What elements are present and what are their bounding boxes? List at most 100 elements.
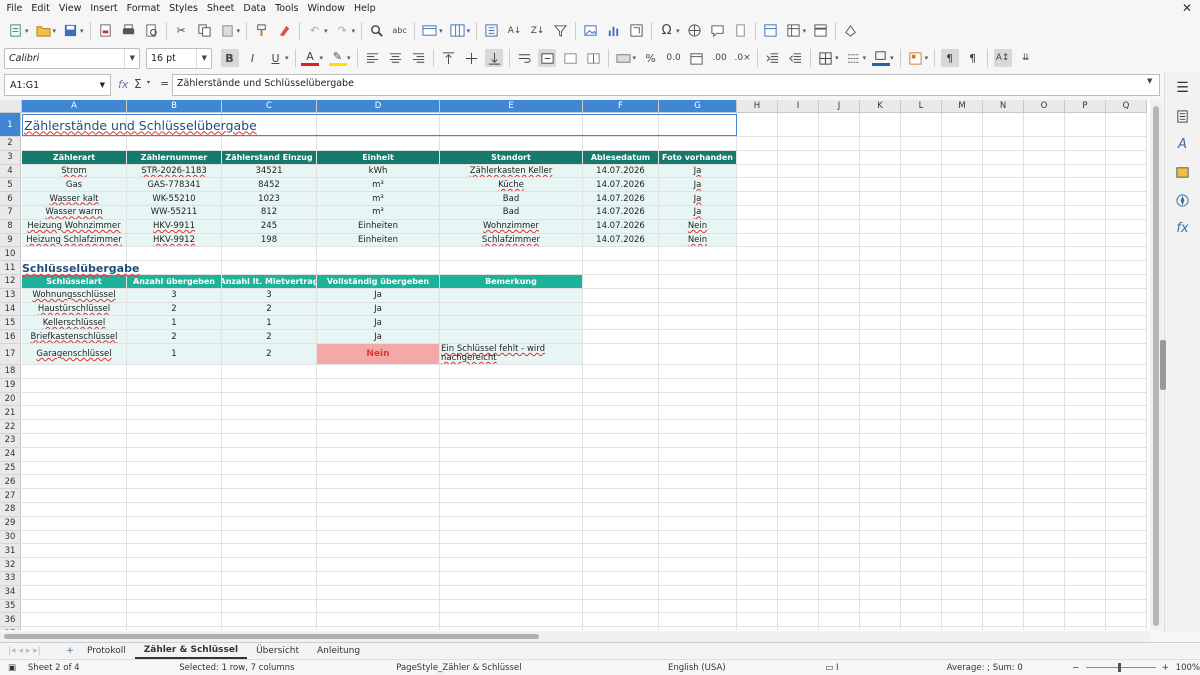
empty-cell[interactable] bbox=[983, 164, 1024, 179]
empty-cell[interactable] bbox=[659, 420, 737, 434]
empty-cell[interactable] bbox=[860, 261, 901, 275]
empty-cell[interactable] bbox=[1106, 275, 1147, 289]
comment-icon[interactable] bbox=[708, 22, 726, 40]
empty-cell[interactable] bbox=[737, 330, 778, 344]
row-header[interactable]: 20 bbox=[0, 392, 21, 407]
empty-cell[interactable] bbox=[983, 113, 1024, 137]
empty-cell[interactable] bbox=[127, 516, 222, 531]
empty-cell[interactable] bbox=[1024, 261, 1065, 275]
empty-cell[interactable] bbox=[901, 233, 942, 248]
empty-cell[interactable] bbox=[737, 113, 778, 137]
empty-cell[interactable] bbox=[983, 302, 1024, 317]
right-to-left-icon[interactable]: ¶ bbox=[964, 49, 982, 67]
empty-cell[interactable] bbox=[317, 613, 440, 628]
meter-cell[interactable]: Heizung Wohnzimmer bbox=[22, 219, 127, 234]
empty-cell[interactable] bbox=[659, 330, 737, 344]
empty-cell[interactable] bbox=[860, 288, 901, 303]
zoom-slider[interactable] bbox=[1086, 663, 1156, 672]
print-preview-icon[interactable] bbox=[142, 22, 160, 40]
empty-cell[interactable] bbox=[222, 585, 317, 600]
empty-cell[interactable] bbox=[1106, 420, 1147, 434]
empty-cell[interactable] bbox=[1065, 275, 1106, 289]
empty-cell[interactable] bbox=[1106, 261, 1147, 275]
row-header[interactable]: 31 bbox=[0, 544, 21, 559]
empty-cell[interactable] bbox=[1106, 137, 1147, 151]
save-icon[interactable] bbox=[62, 22, 80, 40]
row-header[interactable]: 3 bbox=[0, 150, 21, 165]
empty-cell[interactable] bbox=[778, 406, 819, 421]
empty-cell[interactable] bbox=[317, 406, 440, 421]
align-bottom-icon[interactable] bbox=[485, 49, 504, 67]
empty-cell[interactable] bbox=[1024, 434, 1065, 448]
empty-cell[interactable] bbox=[583, 503, 659, 517]
copy-icon[interactable] bbox=[195, 22, 213, 40]
empty-cell[interactable] bbox=[22, 516, 127, 531]
empty-cell[interactable] bbox=[778, 288, 819, 303]
empty-cell[interactable] bbox=[819, 516, 860, 531]
row-header[interactable]: 23 bbox=[0, 434, 21, 448]
empty-cell[interactable] bbox=[22, 365, 127, 379]
empty-cell[interactable] bbox=[222, 558, 317, 572]
empty-cell[interactable] bbox=[440, 247, 583, 262]
empty-cell[interactable] bbox=[819, 178, 860, 193]
empty-cell[interactable] bbox=[901, 572, 942, 586]
empty-cell[interactable] bbox=[1065, 247, 1106, 262]
empty-cell[interactable] bbox=[222, 378, 317, 393]
empty-cell[interactable] bbox=[901, 613, 942, 628]
empty-cell[interactable] bbox=[317, 558, 440, 572]
meter-cell[interactable]: WW-55211 bbox=[127, 206, 222, 220]
empty-cell[interactable] bbox=[659, 503, 737, 517]
empty-cell[interactable] bbox=[778, 137, 819, 151]
chevron-down-icon[interactable]: ▼ bbox=[123, 48, 135, 68]
column-icon[interactable] bbox=[448, 22, 466, 40]
empty-cell[interactable] bbox=[1065, 192, 1106, 206]
empty-cell[interactable] bbox=[737, 516, 778, 531]
menu-format[interactable]: Format bbox=[122, 3, 164, 14]
empty-cell[interactable] bbox=[778, 613, 819, 628]
empty-cell[interactable] bbox=[1024, 613, 1065, 628]
empty-cell[interactable] bbox=[317, 503, 440, 517]
meter-cell[interactable]: m³ bbox=[317, 192, 440, 206]
empty-cell[interactable] bbox=[901, 275, 942, 289]
empty-cell[interactable] bbox=[778, 530, 819, 545]
empty-cell[interactable] bbox=[659, 288, 737, 303]
empty-cell[interactable] bbox=[440, 599, 583, 614]
empty-cell[interactable] bbox=[127, 434, 222, 448]
empty-cell[interactable] bbox=[1106, 475, 1147, 490]
empty-cell[interactable] bbox=[860, 233, 901, 248]
empty-cell[interactable] bbox=[583, 316, 659, 331]
empty-cell[interactable] bbox=[127, 530, 222, 545]
italic-icon[interactable]: I bbox=[244, 49, 262, 67]
row-header[interactable]: 28 bbox=[0, 503, 21, 517]
empty-cell[interactable] bbox=[317, 392, 440, 407]
empty-cell[interactable] bbox=[127, 599, 222, 614]
horizontal-scrollbar[interactable] bbox=[0, 632, 1150, 642]
empty-cell[interactable] bbox=[1065, 461, 1106, 476]
empty-cell[interactable] bbox=[659, 599, 737, 614]
empty-cell[interactable] bbox=[901, 475, 942, 490]
key-cell[interactable]: 2 bbox=[127, 302, 222, 317]
empty-cell[interactable] bbox=[737, 558, 778, 572]
empty-cell[interactable] bbox=[659, 434, 737, 448]
empty-cell[interactable] bbox=[860, 434, 901, 448]
empty-cell[interactable] bbox=[583, 406, 659, 421]
empty-cell[interactable] bbox=[778, 206, 819, 220]
empty-cell[interactable] bbox=[1106, 503, 1147, 517]
meter-cell[interactable]: Wasser kalt bbox=[22, 192, 127, 206]
empty-cell[interactable] bbox=[222, 137, 317, 151]
empty-cell[interactable] bbox=[127, 247, 222, 262]
undo-icon[interactable]: ↶ bbox=[306, 22, 324, 40]
empty-cell[interactable] bbox=[1024, 164, 1065, 179]
empty-cell[interactable] bbox=[583, 627, 659, 630]
empty-cell[interactable] bbox=[583, 613, 659, 628]
empty-cell[interactable] bbox=[737, 192, 778, 206]
meter-header-cell[interactable]: Foto vorhanden bbox=[659, 150, 737, 165]
empty-cell[interactable] bbox=[1106, 585, 1147, 600]
empty-cell[interactable] bbox=[737, 344, 778, 365]
empty-cell[interactable] bbox=[659, 572, 737, 586]
empty-cell[interactable] bbox=[983, 392, 1024, 407]
meter-cell[interactable]: Einheiten bbox=[317, 233, 440, 248]
meter-cell[interactable]: 14.07.2026 bbox=[583, 206, 659, 220]
empty-cell[interactable] bbox=[778, 516, 819, 531]
empty-cell[interactable] bbox=[778, 316, 819, 331]
